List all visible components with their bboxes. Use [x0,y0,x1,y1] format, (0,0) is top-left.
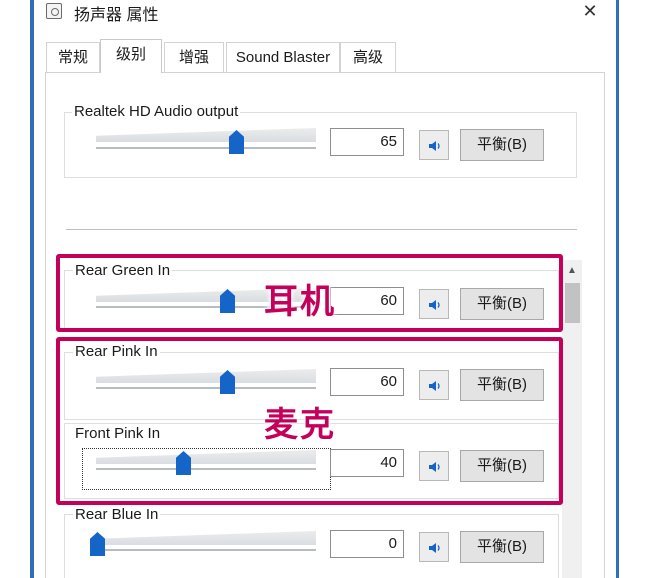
scrollbar-thumb[interactable] [565,283,580,323]
section-divider [66,229,577,230]
channel-mute-button[interactable] [419,532,449,562]
channel-name: Rear Blue In [73,506,161,523]
microphone-annotation: 麦克 [264,405,336,445]
window-title: 扬声器 属性 [74,7,159,24]
master-volume-value[interactable]: 65 [330,128,404,156]
tab-levels[interactable]: 级别 [100,39,162,73]
tab-general[interactable]: 常规 [46,42,100,72]
window-border-right [616,0,619,578]
tab-advanced[interactable]: 高级 [340,42,396,72]
close-icon[interactable]: ✕ [578,0,602,22]
channel-slider-baseline [96,549,316,551]
scroll-up-arrow-icon[interactable]: ▲ [562,260,582,282]
channel-balance-button[interactable]: 平衡(B) [460,531,544,563]
tab-sound-blaster[interactable]: Sound Blaster [226,42,340,72]
tab-panel-border [604,72,605,578]
master-slider-baseline [96,147,316,149]
master-mute-button[interactable] [419,130,449,160]
speaker-icon [429,543,440,553]
headphone-annotation: 耳机 [264,282,336,322]
tab-panel-border [45,72,46,578]
master-device-name: Realtek HD Audio output [72,103,241,120]
tab-enhancements[interactable]: 增强 [164,42,224,72]
speaker-app-icon [46,3,62,19]
channel-volume-value[interactable]: 0 [330,530,404,558]
master-balance-button[interactable]: 平衡(B) [460,129,544,161]
speaker-icon [429,141,440,151]
